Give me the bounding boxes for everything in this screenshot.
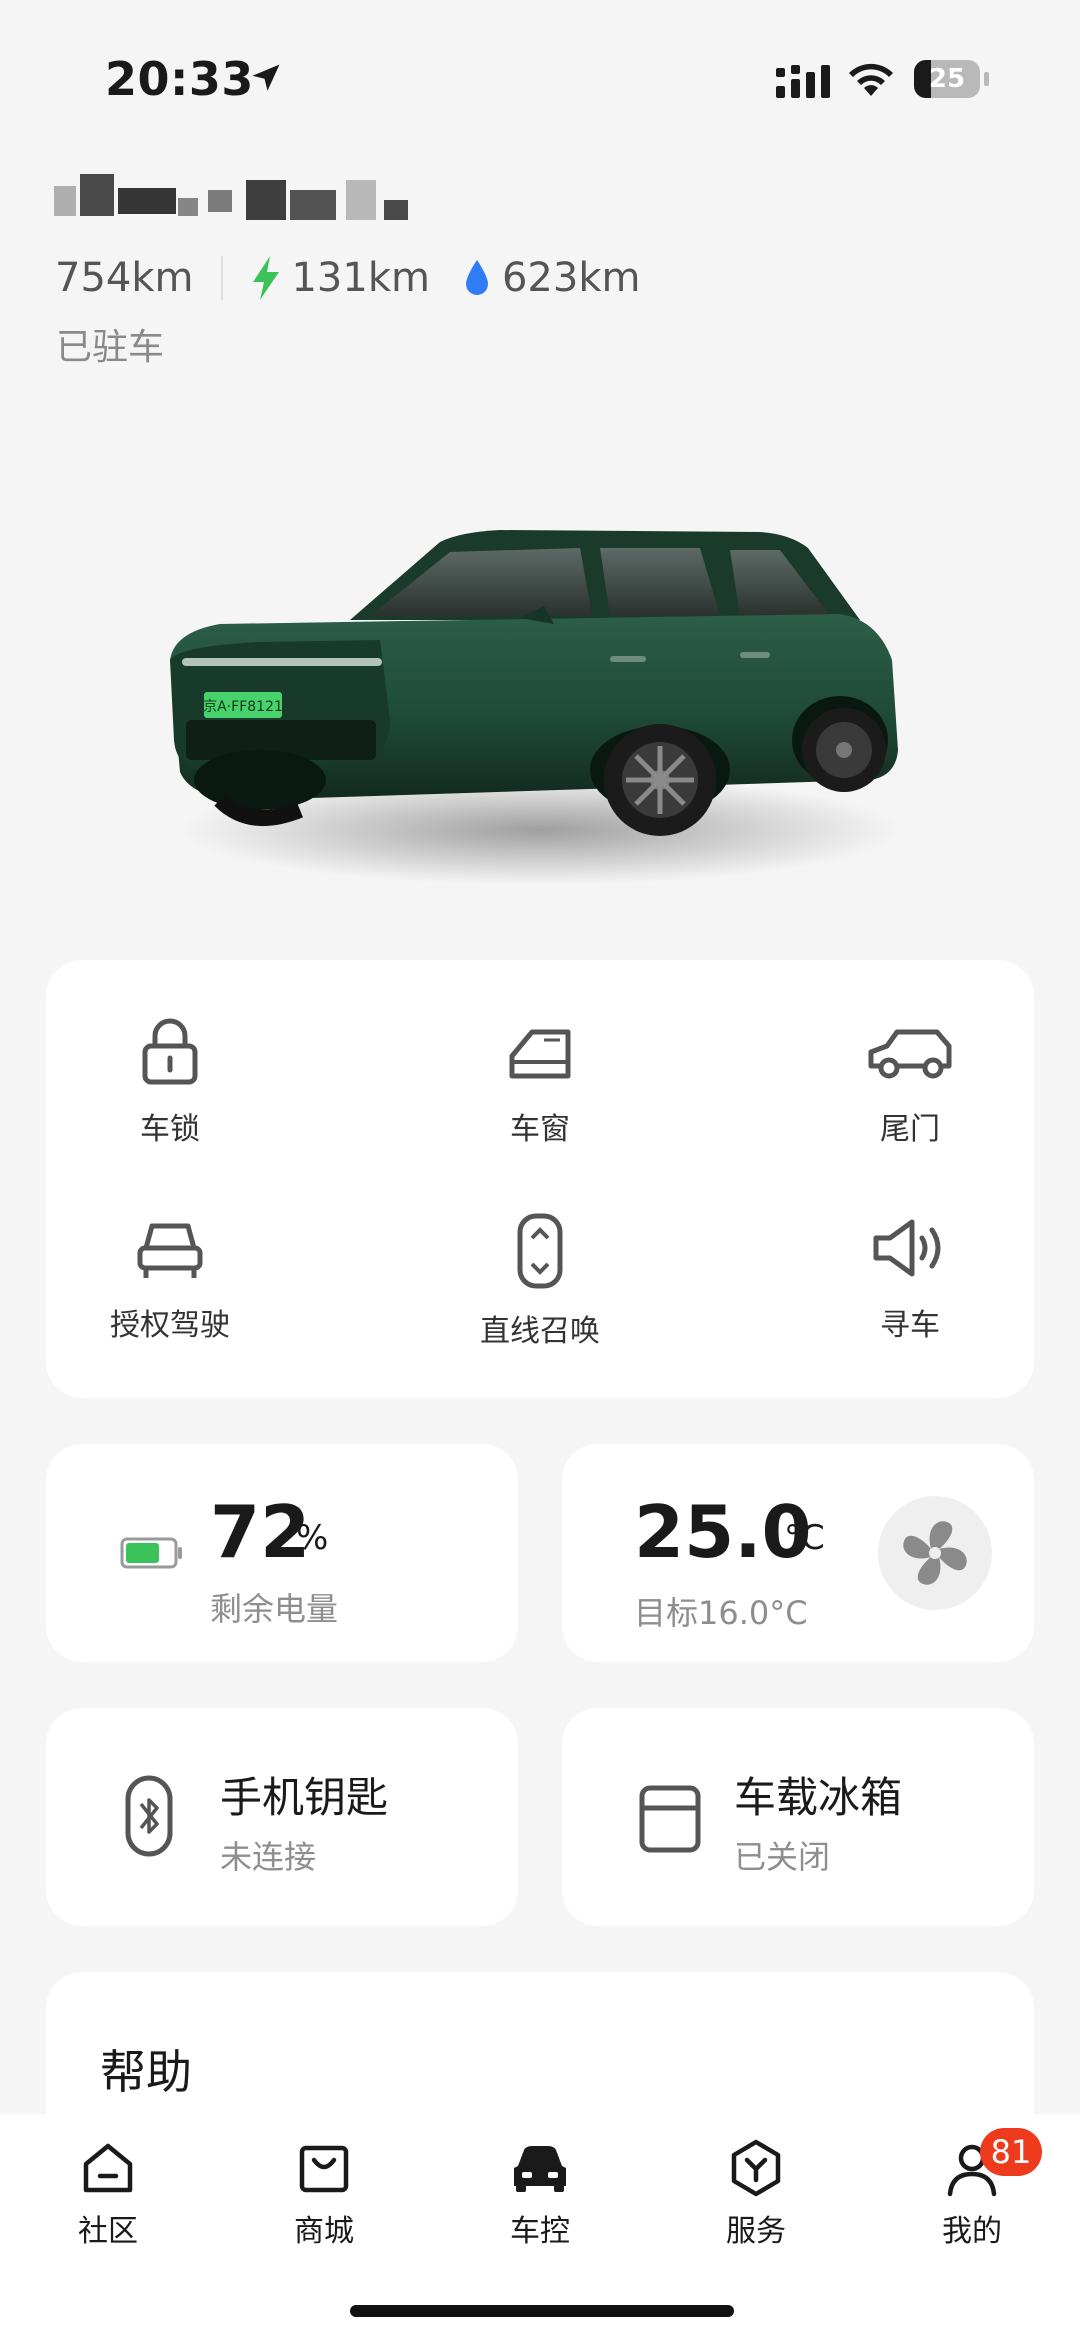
control-authorized-drive-label: 授权驾驶 <box>110 1308 230 1343</box>
phone-key-title: 手机钥匙 <box>220 1773 389 1822</box>
tab-profile-label: 我的 <box>942 2214 1002 2249</box>
status-battery: 25 <box>914 60 990 100</box>
tab-shop-label: 商城 <box>294 2214 354 2249</box>
control-tailgate-label: 尾门 <box>880 1112 940 1147</box>
vehicle-control-screen: 20:33 25 754km 131km 623km 已驻车 京A·FF8121… <box>0 0 1080 2341</box>
tab-service[interactable]: 服务 <box>676 2138 836 2250</box>
tab-community[interactable]: 社区 <box>28 2138 188 2250</box>
quick-controls-card: 车锁 车窗 尾门 授权驾驶 直线召唤 寻车 <box>46 960 1034 1398</box>
vehicle-image[interactable]: 京A·FF8121 <box>140 420 940 940</box>
battery-level-fill <box>126 1543 159 1563</box>
wifi-icon <box>849 63 893 96</box>
fuel-drop-icon <box>465 260 488 295</box>
control-lock[interactable]: 车锁 <box>50 1016 290 1148</box>
phone-key-status: 未连接 <box>220 1838 317 1876</box>
control-summon-label: 直线召唤 <box>480 1314 600 1349</box>
battery-unit: % <box>296 1518 329 1558</box>
status-battery-percent: 25 <box>928 64 966 94</box>
range-row: 754km 131km 623km <box>55 248 640 308</box>
control-authorized-drive[interactable]: 授权驾驶 <box>50 1212 290 1344</box>
control-lock-label: 车锁 <box>140 1112 200 1147</box>
fridge-status: 已关闭 <box>734 1838 831 1876</box>
notification-badge: 81 <box>980 2128 1042 2176</box>
total-range: 754km <box>55 255 194 301</box>
status-time: 20:33 <box>105 52 254 106</box>
status-battery-tip <box>984 72 989 86</box>
fridge-title: 车载冰箱 <box>734 1773 903 1822</box>
temperature-unit: °C <box>784 1518 825 1558</box>
fan-icon <box>903 1521 967 1585</box>
electric-bolt-icon <box>253 256 280 300</box>
authorized-drive-icon <box>137 1223 203 1278</box>
fuel-range: 623km <box>501 255 641 301</box>
tab-shop[interactable]: 商城 <box>244 2138 404 2250</box>
control-tailgate[interactable]: 尾门 <box>790 1016 1030 1148</box>
fridge-icon <box>639 1785 701 1853</box>
target-temperature: 目标16.0°C <box>634 1594 808 1632</box>
tab-service-label: 服务 <box>726 2214 786 2249</box>
battery-level-icon <box>120 1537 182 1569</box>
battery-label: 剩余电量 <box>210 1590 339 1628</box>
range-divider <box>221 256 224 300</box>
vehicle-name-redacted <box>50 170 410 230</box>
service-icon <box>731 2139 781 2197</box>
status-bar: 20:33 25 <box>0 0 1080 150</box>
tailgate-icon <box>868 1029 952 1079</box>
control-window-label: 车窗 <box>510 1112 570 1147</box>
cellular-signal-icon <box>776 65 830 98</box>
help-title: 帮助 <box>100 2045 192 2099</box>
phone-key-card[interactable]: 手机钥匙 未连接 <box>46 1708 518 1926</box>
control-find-car[interactable]: 寻车 <box>790 1212 1030 1344</box>
status-battery-body: 25 <box>914 60 980 98</box>
control-find-car-label: 寻车 <box>880 1308 940 1343</box>
tab-car-control[interactable]: 车控 <box>460 2138 620 2250</box>
location-arrow-icon <box>252 64 280 91</box>
shop-bag-icon <box>299 2145 349 2193</box>
tab-car-control-label: 车控 <box>510 2214 570 2249</box>
summon-icon <box>517 1213 563 1289</box>
fridge-card[interactable]: 车载冰箱 已关闭 <box>562 1708 1034 1926</box>
tab-community-label: 社区 <box>78 2214 138 2249</box>
electric-range: 131km <box>291 255 430 301</box>
find-car-speaker-icon <box>873 1219 941 1277</box>
battery-card[interactable]: 72 % 剩余电量 <box>46 1444 518 1662</box>
car-control-icon <box>514 2146 566 2192</box>
community-icon <box>83 2143 133 2193</box>
bluetooth-key-icon <box>125 1775 173 1857</box>
parking-status: 已驻车 <box>56 327 165 368</box>
control-summon[interactable]: 直线召唤 <box>420 1212 660 1350</box>
home-indicator[interactable] <box>350 2305 734 2317</box>
lock-icon <box>142 1018 198 1085</box>
license-plate: 京A·FF8121 <box>203 699 283 715</box>
fan-button[interactable] <box>878 1496 992 1610</box>
car-window-icon <box>509 1029 571 1079</box>
control-window[interactable]: 车窗 <box>420 1016 660 1148</box>
